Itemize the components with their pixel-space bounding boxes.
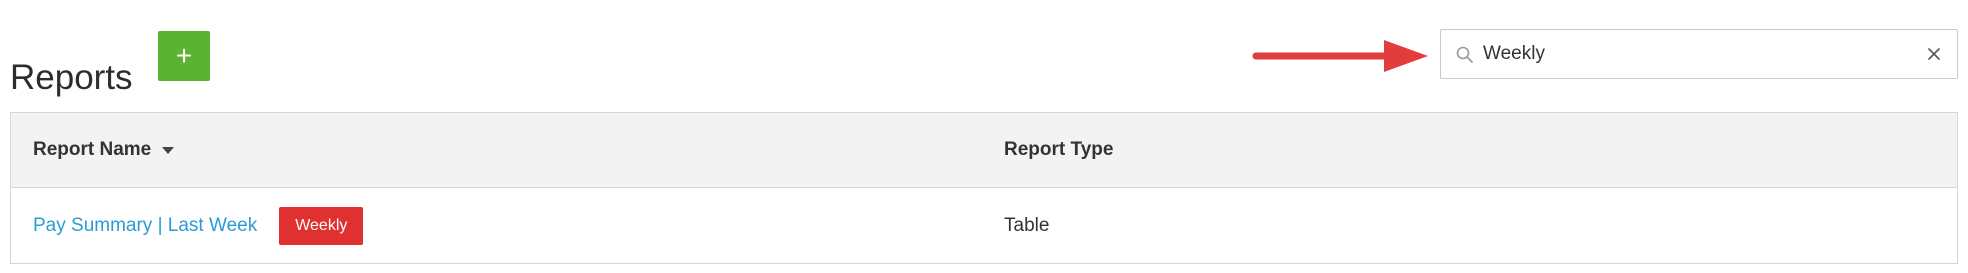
search-icon bbox=[1456, 46, 1473, 63]
report-link[interactable]: Pay Summary | Last Week bbox=[33, 215, 257, 237]
column-header-report-type: Report Type bbox=[1004, 113, 1113, 187]
sort-descending-icon bbox=[162, 147, 175, 154]
search-input[interactable] bbox=[1483, 38, 1903, 70]
table-row: Pay Summary | Last Week Weekly Table bbox=[11, 188, 1957, 263]
close-icon[interactable] bbox=[1925, 45, 1943, 63]
frequency-badge: Weekly bbox=[279, 206, 364, 245]
column-header-label: Report Type bbox=[1004, 139, 1114, 160]
column-header-report-name[interactable]: Report Name bbox=[33, 113, 175, 187]
add-report-button[interactable]: + bbox=[158, 31, 210, 81]
annotation-arrow bbox=[1252, 40, 1428, 72]
search-field[interactable] bbox=[1440, 29, 1958, 79]
report-type-cell: Table bbox=[1004, 214, 1050, 236]
page-title: Reports bbox=[10, 58, 133, 98]
reports-table: Report Name Report Type Pay Summary | La… bbox=[10, 112, 1958, 264]
column-header-label: Report Name bbox=[33, 139, 152, 160]
table-header: Report Name Report Type bbox=[11, 113, 1957, 188]
report-name-cell: Pay Summary | Last Week Weekly bbox=[33, 188, 364, 263]
